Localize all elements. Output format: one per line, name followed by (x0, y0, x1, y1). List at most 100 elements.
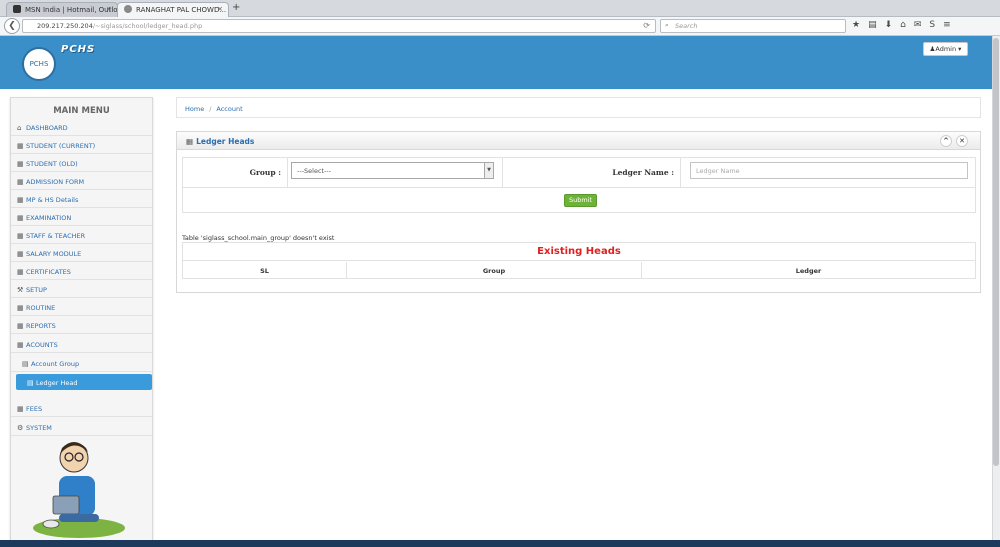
ledger-form: Group : ---Select--- ▼ Ledger Name : Led… (182, 157, 976, 213)
sidebar-item-examination[interactable]: ▦ EXAMINATION (11, 208, 152, 226)
form-row: Group : ---Select--- ▼ Ledger Name : Led… (183, 158, 975, 188)
sidebar-item-system[interactable]: ⚙ SYSTEM (11, 418, 152, 436)
msn-favicon-icon (13, 5, 21, 13)
sidebar-item-student-old[interactable]: ▦ STUDENT (OLD) (11, 154, 152, 172)
home-icon[interactable]: ⌂ (900, 20, 906, 30)
sidebar-item-label: SETUP (26, 286, 47, 294)
app-header: PCHS PCHS ♟Admin ▾ (0, 36, 992, 89)
tab-label: RANAGHAT PAL CHOWD... (136, 6, 227, 14)
sidebar-item-acounts[interactable]: ▦ ACOUNTS (11, 335, 152, 353)
group-select[interactable]: ---Select--- ▼ (291, 162, 494, 179)
grid-icon: ▦ (17, 405, 24, 413)
browser-toolbar: ★ ▤ ⬇ ⌂ ✉ S ≡ (852, 20, 951, 30)
dropdown-arrow-icon: ▼ (484, 163, 493, 178)
close-tab-icon[interactable]: × (106, 5, 112, 13)
sidebar-item-admission-form[interactable]: ▦ ADMISSION FORM (11, 172, 152, 190)
grid-icon: ▦ (17, 322, 24, 330)
column-header-group: Group (347, 262, 642, 279)
admin-label: Admin (935, 45, 957, 53)
grid-icon: ▦ (17, 214, 24, 222)
download-icon[interactable]: ⬇ (885, 20, 893, 30)
scrollbar-thumb[interactable] (993, 38, 999, 466)
search-placeholder: Search (675, 22, 698, 30)
url-host: 209.217.250.204 (37, 22, 93, 30)
close-panel-button[interactable]: ✕ (956, 135, 968, 147)
table-title: Existing Heads (183, 243, 975, 261)
sidebar-item-label: SYSTEM (26, 424, 52, 432)
address-bar[interactable]: 209.217.250.204/~siglass/school/ledger_h… (22, 19, 656, 33)
sidebar-item-routine[interactable]: ▦ ROUTINE (11, 298, 152, 316)
new-tab-icon[interactable]: + (232, 2, 240, 13)
collapse-button[interactable]: ^ (940, 135, 952, 147)
sidebar-item-ledger-head[interactable]: ▤ Ledger Head (16, 374, 152, 390)
main-menu-title: MAIN MENU (53, 106, 110, 116)
os-taskbar (0, 540, 1000, 547)
cogs-icon: ⚙ (17, 424, 24, 432)
sidebar-item-staff-teacher[interactable]: ▦ STAFF & TEACHER (11, 226, 152, 244)
sidebar-item-salary-module[interactable]: ▦ SALARY MODULE (11, 244, 152, 262)
sidebar-item-label: STUDENT (CURRENT) (26, 142, 96, 150)
sidebar-item-label: ADMISSION FORM (26, 178, 85, 186)
home-icon: ⌂ (17, 124, 22, 132)
student-cartoon-illustration (33, 442, 125, 538)
browser-tab-msn[interactable]: MSN India | Hotmail, Outlo... × (6, 2, 118, 17)
grid-icon: ▦ (17, 142, 24, 150)
back-button[interactable]: ❮ (4, 18, 20, 34)
breadcrumb: Home / Account (176, 97, 981, 118)
sidebar-item-label: REPORTS (26, 322, 56, 330)
sidebar-item-label: Account Group (31, 360, 80, 368)
sidebar-item-label: FEES (26, 405, 43, 413)
sidebar-item-account-group[interactable]: ▤ Account Group (11, 354, 152, 372)
grid-icon: ▦ (17, 160, 24, 168)
ledger-name-label: Ledger Name : (503, 158, 681, 188)
grid-icon: ▦ (17, 178, 24, 186)
reload-icon[interactable]: ⟳ (643, 21, 650, 30)
sidebar-item-label: MP & HS Details (26, 196, 79, 204)
sidebar-item-label: SALARY MODULE (26, 250, 82, 258)
group-select-value: ---Select--- (297, 167, 332, 175)
sidebar-item-setup[interactable]: ⚒ SETUP (11, 280, 152, 298)
chat-icon[interactable]: ✉ (914, 20, 922, 30)
sidebar-item-student-current[interactable]: ▦ STUDENT (CURRENT) (11, 136, 152, 154)
search-input[interactable]: ⌕ Search (660, 19, 846, 33)
sidebar-item-fees[interactable]: ▦ FEES (11, 399, 152, 417)
sidebar-item-certificates[interactable]: ▦ CERTIFICATES (11, 262, 152, 280)
menu-icon[interactable]: ≡ (943, 20, 951, 30)
sidebar-item-label: EXAMINATION (26, 214, 72, 222)
admin-menu-button[interactable]: ♟Admin ▾ (923, 42, 968, 56)
sidebar-item-label: STAFF & TEACHER (26, 232, 86, 240)
sidebar-item-label: Ledger Head (36, 379, 78, 387)
column-header-sl: SL (183, 262, 347, 279)
panel-header: ▦ Ledger Heads ^ ✕ (177, 132, 980, 150)
grid-icon: ▦ (17, 304, 24, 312)
brand-title: PCHS (61, 44, 96, 55)
browser-tab-ranaghat[interactable]: RANAGHAT PAL CHOWD... × (117, 2, 229, 17)
sidebar-item-mp-hs-details[interactable]: ▦ MP & HS Details (11, 190, 152, 208)
column-header-ledger: Ledger (795, 267, 822, 275)
sidebar-item-reports[interactable]: ▦ REPORTS (11, 316, 152, 334)
panel-title: Ledger Heads (196, 137, 255, 146)
breadcrumb-account-link[interactable]: Account (216, 105, 242, 113)
ledger-name-input[interactable]: Ledger Name (690, 162, 968, 179)
submit-button[interactable]: Submit (564, 194, 597, 207)
reading-list-icon[interactable]: ▤ (868, 20, 877, 30)
globe-favicon-icon (124, 5, 132, 13)
existing-heads-table: Existing Heads SL Group Ledger (182, 242, 976, 279)
sidebar-item-dashboard[interactable]: ⌂ DASHBOARD (11, 118, 152, 136)
group-label: Group : (183, 158, 288, 188)
grid-icon: ▦ (17, 232, 24, 240)
sidebar-item-label: STUDENT (OLD) (26, 160, 78, 168)
grid-icon: ▦ (17, 268, 24, 276)
school-logo: PCHS (22, 47, 56, 81)
close-tab-icon[interactable]: × (217, 5, 223, 13)
skype-icon[interactable]: S (929, 20, 935, 30)
grid-icon: ▦ (186, 137, 194, 146)
list-icon: ▤ (22, 360, 29, 368)
sidebar-item-label: ACOUNTS (26, 341, 58, 349)
bookmark-star-icon[interactable]: ★ (852, 20, 860, 30)
ledger-heads-panel: ▦ Ledger Heads ^ ✕ Group : ---Select--- ▼… (176, 131, 981, 293)
breadcrumb-home-link[interactable]: Home (185, 105, 204, 113)
sidebar-item-label: ROUTINE (26, 304, 56, 312)
breadcrumb-separator: / (209, 105, 212, 113)
sidebar: MAIN MENU ⌂ DASHBOARD ▦ STUDENT (CURRENT) … (10, 97, 153, 543)
